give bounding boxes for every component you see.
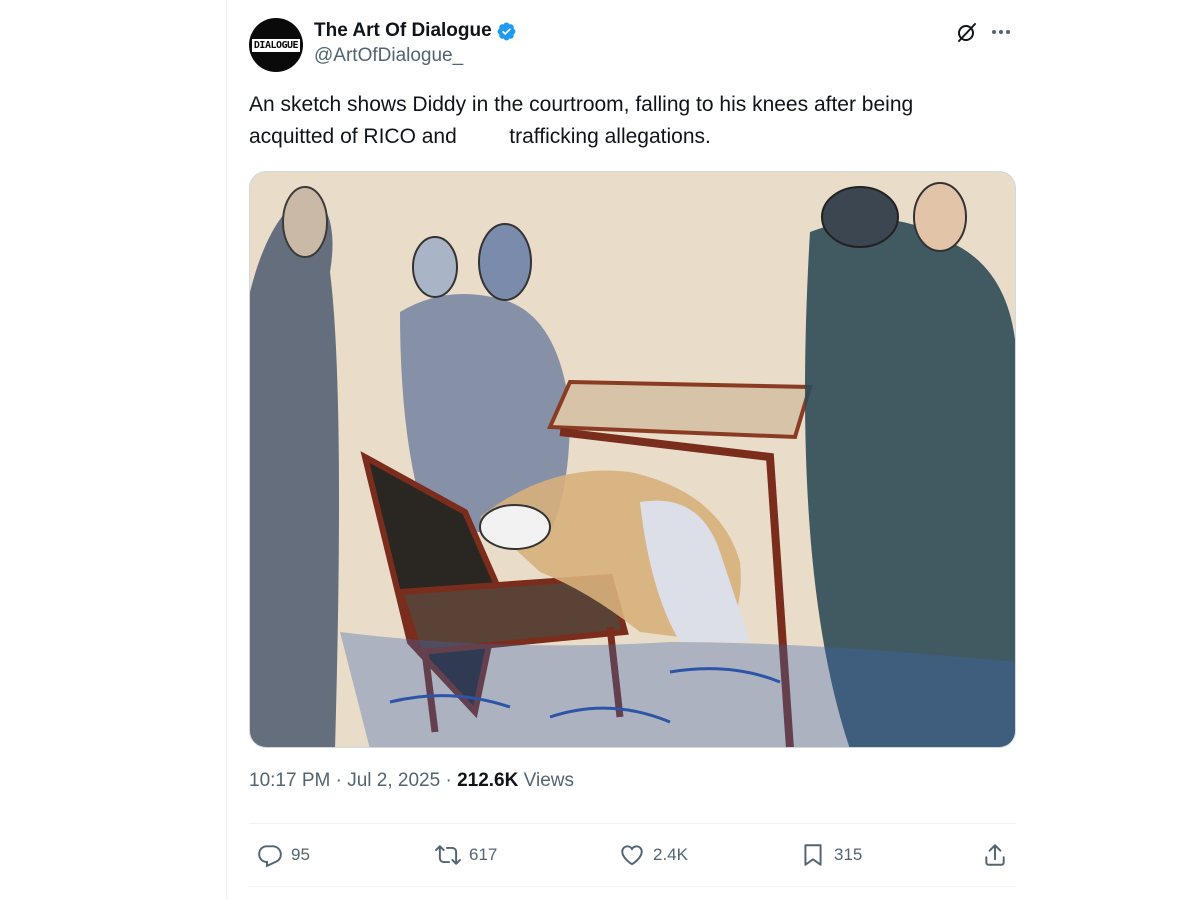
- views-count: 212.6K: [457, 770, 519, 791]
- courtroom-sketch: [250, 172, 1015, 747]
- share-button[interactable]: [982, 842, 1008, 868]
- reply-count: 95: [291, 845, 310, 864]
- divider: [249, 886, 1016, 887]
- like-button[interactable]: 2.4K: [619, 842, 688, 868]
- author-names: The Art Of Dialogue @ArtOfDialogue_: [314, 18, 517, 67]
- display-name[interactable]: The Art Of Dialogue: [314, 20, 492, 42]
- tweet-actions: 95 617 2.4K 315: [249, 824, 1016, 886]
- meta-separator: ·: [445, 770, 452, 791]
- views-label: Views: [523, 770, 574, 791]
- avatar-logo-text: DIALOGUE: [251, 38, 301, 52]
- display-name-row: The Art Of Dialogue: [314, 18, 517, 44]
- tweet-time[interactable]: 10:17 PM: [249, 770, 330, 791]
- like-count: 2.4K: [653, 845, 688, 864]
- reply-icon: [258, 845, 282, 868]
- share-icon: [985, 844, 1005, 866]
- bookmark-count: 315: [834, 845, 863, 864]
- tweet-date[interactable]: Jul 2, 2025: [347, 770, 440, 791]
- verified-badge-icon[interactable]: [496, 21, 517, 42]
- repost-icon: [435, 845, 461, 865]
- author-handle[interactable]: @ArtOfDialogue_: [314, 45, 517, 67]
- bookmark-icon: [804, 844, 822, 866]
- avatar[interactable]: DIALOGUE: [249, 18, 303, 72]
- more-options-icon[interactable]: [989, 20, 1013, 44]
- tweet-text: An sketch shows Diddy in the courtroom, …: [249, 93, 914, 148]
- tweet-header: DIALOGUE The Art Of Dialogue @ArtOfDialo…: [249, 16, 1016, 72]
- meta-separator: ·: [335, 770, 342, 791]
- tweet-media-image[interactable]: [249, 171, 1016, 748]
- repost-count: 617: [469, 845, 498, 864]
- timeline-column-border: [226, 0, 227, 900]
- grok-icon[interactable]: [955, 20, 979, 44]
- bookmark-button[interactable]: 315: [800, 842, 862, 868]
- tweet: DIALOGUE The Art Of Dialogue @ArtOfDialo…: [249, 0, 1016, 900]
- heart-icon: [621, 845, 643, 866]
- reply-button[interactable]: 95: [257, 842, 310, 868]
- tweet-meta: 10:17 PM · Jul 2, 2025 · 212.6K Views: [249, 770, 574, 792]
- repost-button[interactable]: 617: [435, 842, 497, 868]
